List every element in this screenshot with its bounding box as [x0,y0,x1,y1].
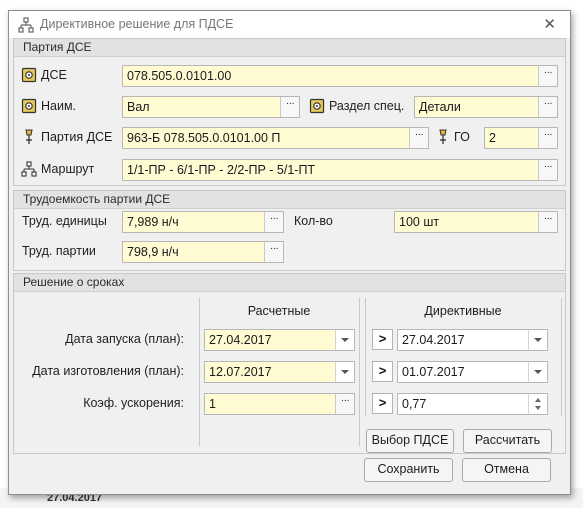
spin-down-icon[interactable] [535,406,541,410]
route-label: Маршрут [41,162,95,176]
start-date-dir-input[interactable]: 27.04.2017 [397,329,548,351]
route-ellipsis-button[interactable]: ··· [538,160,557,180]
go-ellipsis-button[interactable]: ··· [538,128,557,148]
batch-label: Партия ДСЕ [41,130,113,144]
dir-column-header: Директивные [424,304,502,318]
unit-labor-label: Труд. единицы [22,214,107,228]
section-party-header: Партия ДСЕ [14,39,565,57]
coef-calc-field[interactable]: 1 ··· [204,393,355,415]
section-dates: Решение о сроках Расчетные Директивные Д… [13,273,566,454]
section-labor-header: Трудоемкость партии ДСЕ [14,191,565,209]
section-labor: Трудоемкость партии ДСЕ Труд. единицы 7,… [13,190,566,271]
calc-column-border-left [199,298,200,446]
copy-coef-button[interactable]: > [372,393,393,414]
quantity-label: Кол-во [294,214,333,228]
calculate-button[interactable]: Рассчитать [463,429,552,453]
unit-labor-ellipsis-button[interactable]: ··· [264,212,283,232]
hierarchy-icon [18,17,34,33]
tape-reel-icon [21,98,37,114]
finish-date-label: Дата изготовления (план): [32,364,184,378]
finish-date-calc-input[interactable]: 12.07.2017 [204,361,355,383]
batch-ellipsis-button[interactable]: ··· [409,128,428,148]
calc-column-header: Расчетные [247,304,311,318]
spec-section-field[interactable]: Детали ··· [414,96,558,118]
copy-start-date-button[interactable]: > [372,329,393,350]
finish-date-dir-input[interactable]: 01.07.2017 [397,361,548,383]
finish-dir-dropdown-icon[interactable] [528,362,547,382]
quantity-ellipsis-button[interactable]: ··· [538,212,557,232]
start-date-label: Дата запуска (план): [65,332,184,346]
window-title: Директивное решение для ПДСЕ [40,17,234,31]
route-field[interactable]: 1/1-ПР - 6/1-ПР - 2/2-ПР - 5/1-ПТ ··· [122,159,558,181]
batch-labor-label: Труд. партии [22,244,96,258]
section-party: Партия ДСЕ ДСЕ 078.505.0.0101.00 ··· Наи… [13,38,566,186]
batch-labor-field[interactable]: 798,9 н/ч ··· [122,241,284,263]
unit-labor-field[interactable]: 7,989 н/ч ··· [122,211,284,233]
section-dates-header: Решение о сроках [14,274,565,292]
name-label: Наим. [41,99,77,113]
calc-column-border-right [359,298,360,446]
batch-field[interactable]: 963-Б 078.505.0.0101.00 П ··· [122,127,429,149]
title-bar: Директивное решение для ПДСЕ ✕ [9,11,570,38]
coef-spin-buttons[interactable] [528,394,547,414]
dialog-window: Директивное решение для ПДСЕ ✕ Партия ДС… [8,10,571,495]
tape-reel-icon [21,67,37,83]
batch-flag-icon [439,129,447,144]
go-field[interactable]: 2 ··· [484,127,558,149]
start-calc-dropdown-icon[interactable] [335,330,354,350]
route-hierarchy-icon [21,161,37,177]
dse-ellipsis-button[interactable]: ··· [538,66,557,86]
spec-section-label: Раздел спец. [329,99,405,113]
coef-dir-spinner[interactable]: 0,77 [397,393,548,415]
name-ellipsis-button[interactable]: ··· [280,97,299,117]
finish-calc-dropdown-icon[interactable] [335,362,354,382]
select-pdse-button[interactable]: Выбор ПДСЕ [366,429,454,453]
start-date-calc-input[interactable]: 27.04.2017 [204,329,355,351]
acceleration-coef-label: Коэф. ускорения: [83,396,184,410]
close-icon[interactable]: ✕ [543,15,556,33]
go-label: ГО [454,130,470,144]
coef-calc-ellipsis-button[interactable]: ··· [335,394,354,414]
save-button[interactable]: Сохранить [364,458,453,482]
copy-finish-date-button[interactable]: > [372,361,393,382]
cancel-button[interactable]: Отмена [462,458,551,482]
dse-field[interactable]: 078.505.0.0101.00 ··· [122,65,558,87]
batch-labor-ellipsis-button[interactable]: ··· [264,242,283,262]
batch-flag-icon [25,129,33,144]
start-dir-dropdown-icon[interactable] [528,330,547,350]
dse-label: ДСЕ [41,68,67,82]
name-field[interactable]: Вал ··· [122,96,300,118]
dir-column-border-right [561,298,562,416]
spin-up-icon[interactable] [535,398,541,402]
tape-reel-icon [309,98,325,114]
quantity-field[interactable]: 100 шт ··· [394,211,558,233]
spec-ellipsis-button[interactable]: ··· [538,97,557,117]
